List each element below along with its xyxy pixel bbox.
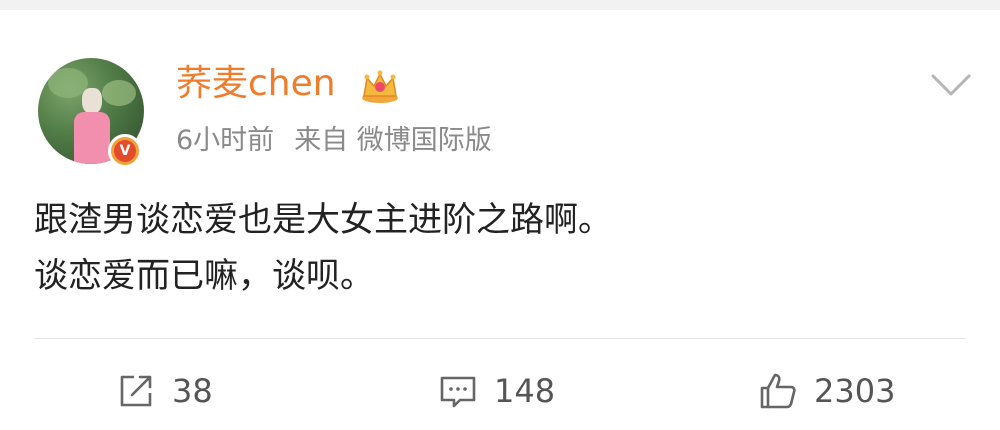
comment-button[interactable]: 148 bbox=[436, 366, 555, 416]
post-text-line: 跟渣男谈恋爱也是大女主进阶之路啊。 bbox=[34, 200, 612, 240]
repost-count: 38 bbox=[172, 372, 213, 410]
divider bbox=[34, 338, 966, 339]
post-source[interactable]: 来自 微博国际版 bbox=[294, 125, 492, 156]
avatar-figure-head bbox=[82, 88, 102, 114]
like-button[interactable]: 2303 bbox=[756, 366, 895, 416]
comment-icon bbox=[440, 376, 476, 408]
crown-badge-icon bbox=[362, 70, 398, 103]
like-count: 2303 bbox=[814, 372, 896, 410]
share-icon bbox=[120, 375, 152, 407]
repost-button[interactable]: 38 bbox=[114, 366, 213, 416]
comment-count: 148 bbox=[494, 372, 556, 410]
post-text: 跟渣男谈恋爱也是大女主进阶之路啊。 谈恋爱而已嘛，谈呗。 bbox=[34, 192, 964, 304]
post-meta: 6小时前 来自 微博国际版 bbox=[176, 124, 492, 158]
weibo-post-card: V 荞麦chen 6小时前 来自 微博国际版 跟渣男谈恋爱也是大女主进阶之路啊。 … bbox=[0, 10, 1000, 430]
verified-badge-icon: V bbox=[108, 134, 142, 168]
thumbs-up-icon bbox=[760, 373, 796, 409]
username[interactable]: 荞麦chen bbox=[176, 62, 336, 106]
verified-mark: V bbox=[114, 140, 136, 162]
post-time: 6小时前 bbox=[176, 125, 275, 156]
avatar-figure-body bbox=[74, 112, 110, 164]
post-text-line: 谈恋爱而已嘛，谈呗。 bbox=[34, 256, 374, 296]
chevron-down-icon[interactable] bbox=[930, 72, 972, 98]
avatar-background bbox=[102, 80, 136, 106]
